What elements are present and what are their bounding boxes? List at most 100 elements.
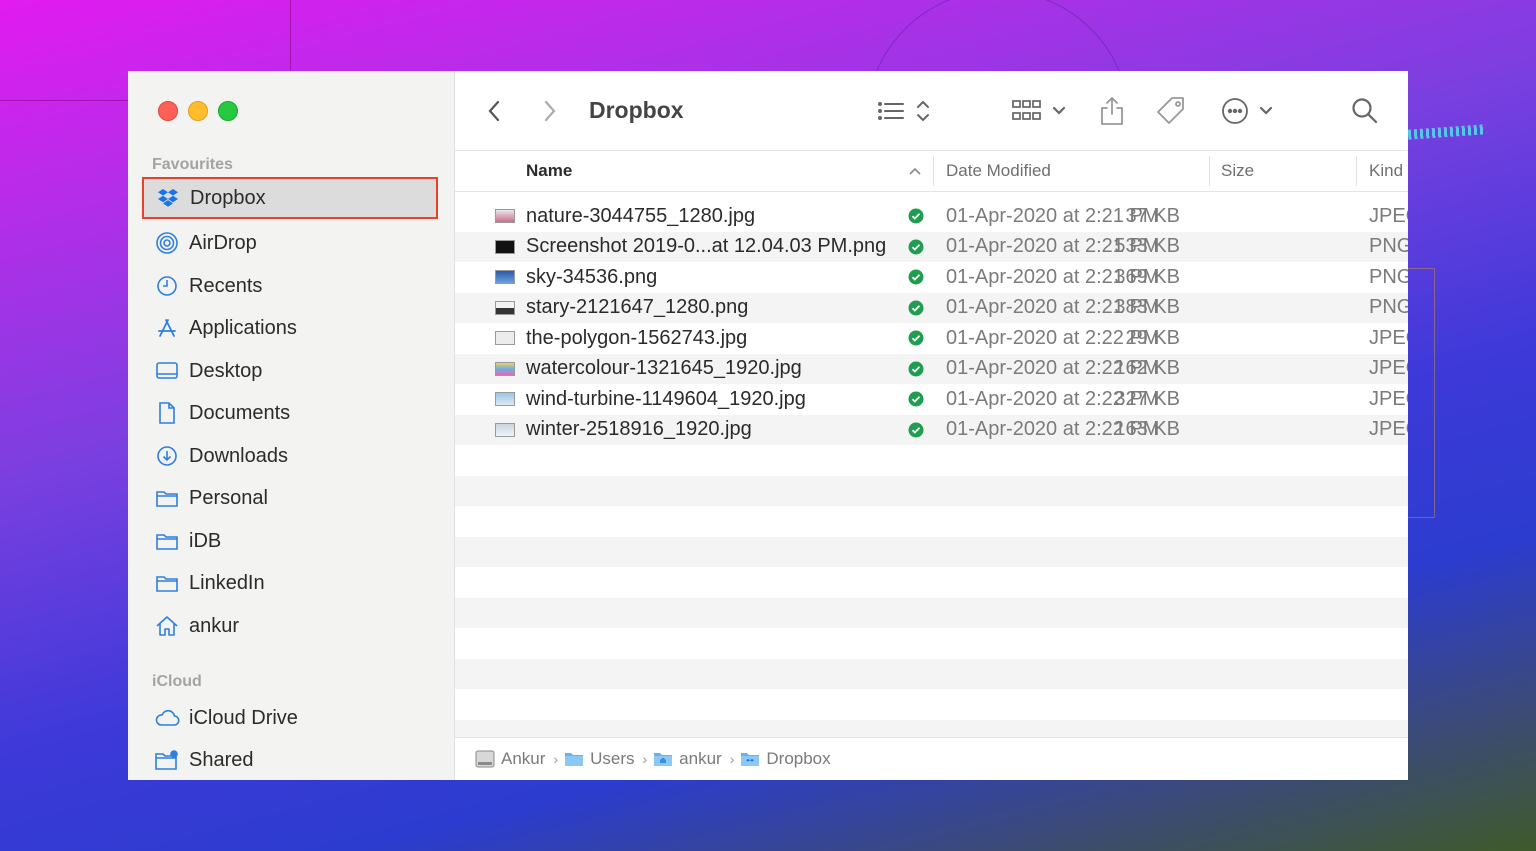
sidebar-item-label: Downloads [189,444,288,467]
tag-button[interactable] [1155,71,1187,150]
path-crumb-users[interactable]: Users › [564,749,647,769]
synced-check-icon [908,293,924,324]
list-view-button[interactable] [876,71,934,150]
file-list: nature-3044755_1280.jpg 01-Apr-2020 at 2… [455,201,1408,750]
synced-check-icon [908,354,924,385]
file-name: Screenshot 2019-0...at 12.04.03 PM.png [526,235,887,258]
dropbox-icon [155,185,181,211]
file-row[interactable]: sky-34536.png 01-Apr-2020 at 2:21 PM 369… [455,262,1408,293]
synced-check-icon [908,232,924,263]
file-row[interactable]: Screenshot 2019-0...at 12.04.03 PM.png 0… [455,231,1408,263]
file-size: 533 KB [1114,235,1180,258]
applications-icon [154,315,180,341]
path-crumb-ankur-disk[interactable]: Ankur › [475,749,558,769]
image-file-icon [495,384,519,415]
sidebar-item-label: Dropbox [190,186,266,209]
back-button[interactable] [487,71,501,150]
column-header-date[interactable]: Date Modified [946,151,1051,191]
column-header-name[interactable]: Name [526,151,572,191]
empty-row [455,597,1408,628]
sidebar-item-label: Documents [189,401,291,424]
sidebar-item-downloads[interactable]: Downloads [142,435,438,477]
clock-icon [154,273,180,299]
sidebar-item-ankur[interactable]: ankur [142,605,438,647]
sidebar-section-icloud: iCloud [152,673,202,690]
chevron-left-icon [488,100,500,121]
maximize-window-button[interactable] [218,101,238,121]
file-row[interactable]: the-polygon-1562743.jpg 01-Apr-2020 at 2… [455,323,1408,354]
file-row[interactable]: wind-turbine-1149604_1920.jpg 01-Apr-202… [455,384,1408,415]
sort-ascending-icon[interactable] [909,151,921,191]
sidebar-item-shared[interactable]: Shared [142,739,438,780]
sidebar-item-label: AirDrop [189,231,257,254]
sidebar-item-documents[interactable]: Documents [142,392,438,434]
sidebar-item-linkedin[interactable]: LinkedIn [142,562,438,604]
file-name: winter-2518916_1920.jpg [526,418,752,441]
file-row[interactable]: stary-2121647_1280.png 01-Apr-2020 at 2:… [455,292,1408,324]
sidebar-item-dropbox[interactable]: Dropbox [142,177,438,219]
path-crumb-dropbox[interactable]: Dropbox [740,749,831,769]
share-button[interactable] [1099,71,1125,150]
toolbar: Dropbox [455,71,1408,151]
sidebar-item-recents[interactable]: Recents [142,265,438,307]
search-button[interactable] [1351,71,1379,150]
file-kind: JPEG [1369,204,1408,227]
file-size: 383 KB [1114,296,1180,319]
file-row[interactable]: nature-3044755_1280.jpg 01-Apr-2020 at 2… [455,201,1408,232]
more-actions-button[interactable] [1221,71,1279,150]
main-pane: Dropbox Name Date Modified Size Kind nat… [455,71,1408,780]
column-headers: Name Date Modified Size Kind [455,151,1408,192]
document-icon [154,400,180,426]
empty-row [455,567,1408,598]
file-name: watercolour-1321645_1920.jpg [526,357,802,380]
image-file-icon [495,232,519,263]
column-divider[interactable] [1209,156,1210,186]
column-header-kind[interactable]: Kind [1369,151,1403,191]
path-bar: Ankur › Users › ankur › Dropbox [455,737,1408,780]
list-view-icon [878,100,929,121]
file-kind: JPEG [1369,326,1408,349]
column-divider[interactable] [933,156,934,186]
file-kind: JPEG [1369,418,1408,441]
file-kind: JPEG [1369,357,1408,380]
ellipsis-circle-icon [1222,97,1273,124]
sidebar-item-personal[interactable]: Personal [142,477,438,519]
file-row[interactable]: watercolour-1321645_1920.jpg 01-Apr-2020… [455,353,1408,385]
home-icon [154,613,180,639]
file-size: 29 KB [1125,326,1180,349]
search-icon [1352,97,1378,123]
empty-row [455,658,1408,689]
file-size: 327 KB [1114,387,1180,410]
sidebar-item-label: Personal [189,486,268,509]
image-file-icon [495,293,519,324]
forward-button[interactable] [543,71,557,150]
column-header-size[interactable]: Size [1221,151,1254,191]
path-crumb-ankur[interactable]: ankur › [653,749,734,769]
file-kind: PNG [1369,265,1408,288]
sidebar-item-airdrop[interactable]: AirDrop [142,222,438,264]
sidebar-item-idb[interactable]: iDB [142,520,438,562]
empty-row [455,536,1408,567]
empty-row [455,689,1408,720]
sidebar-item-desktop[interactable]: Desktop [142,350,438,392]
file-name: nature-3044755_1280.jpg [526,204,756,227]
minimize-window-button[interactable] [188,101,208,121]
sidebar-item-applications[interactable]: Applications [142,307,438,349]
synced-check-icon [908,415,924,446]
sidebar: Favourites Dropbox AirDrop Recents Appli… [128,71,455,780]
file-row[interactable]: winter-2518916_1920.jpg 01-Apr-2020 at 2… [455,414,1408,446]
path-crumb-label: Users [590,749,635,768]
group-button[interactable] [1012,71,1068,150]
chevron-right-icon: › [642,751,648,767]
home-folder-icon [653,751,673,767]
image-file-icon [495,415,519,446]
column-divider[interactable] [1356,156,1357,186]
file-size: 369 KB [1114,265,1180,288]
file-size: 163 KB [1114,418,1180,441]
background-dashes [1407,124,1487,140]
close-window-button[interactable] [158,101,178,121]
cloud-icon [154,705,180,731]
window-controls [158,101,238,121]
sidebar-item-icloud-drive[interactable]: iCloud Drive [142,697,438,739]
image-file-icon [495,323,519,354]
